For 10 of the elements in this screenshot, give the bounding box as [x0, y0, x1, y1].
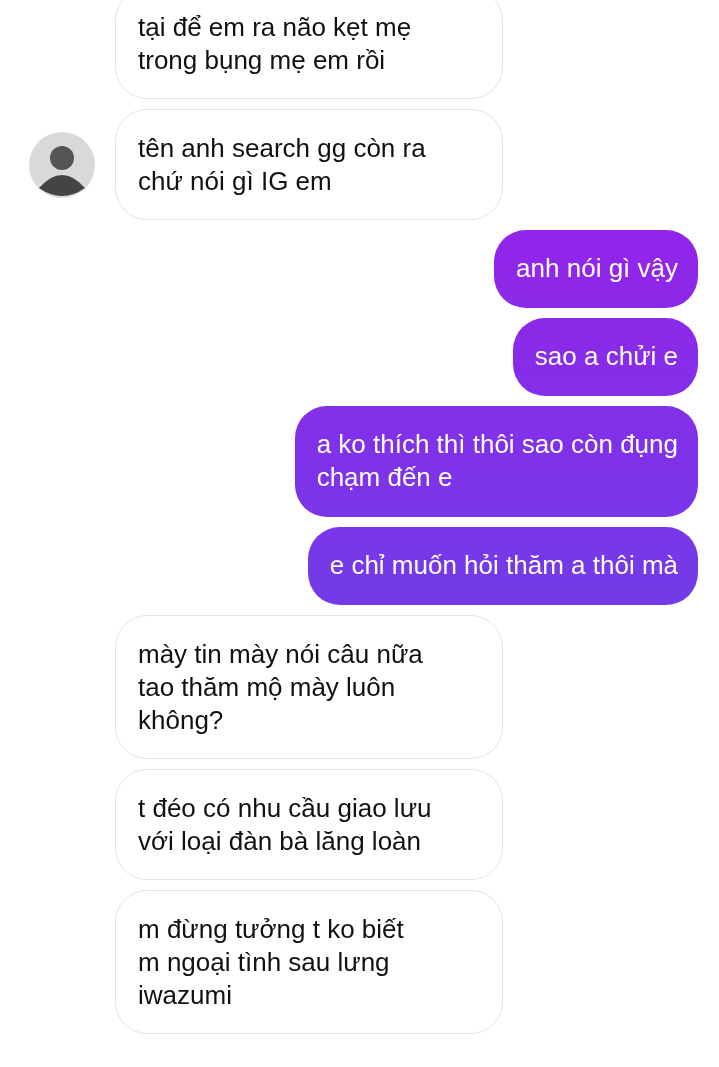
sent-message: sao a chửi e	[512, 318, 698, 396]
avatar[interactable]	[29, 131, 95, 198]
sent-message: anh nói gì vậy	[494, 230, 698, 308]
sent-message: e chỉ muốn hỏi thăm a thôi mà	[307, 527, 698, 605]
received-message: m đừng tưởng t ko biết m ngoại tình sau lưng iwazumi	[115, 890, 503, 1034]
received-message: tên anh search gg còn ra chứ nói gì IG em	[115, 109, 503, 220]
received-message: t đéo có nhu cầu giao lưu với loại đàn bà lăng loàn	[115, 769, 503, 880]
received-message: tại để em ra não kẹt mẹ trong bụng mẹ em rồi	[115, 0, 503, 99]
sent-message: a ko thích thì thôi sao còn đụng chạm đến e	[294, 406, 698, 517]
received-message: mày tin mày nói câu nữa tao thăm mộ mày luôn không?	[115, 615, 503, 759]
